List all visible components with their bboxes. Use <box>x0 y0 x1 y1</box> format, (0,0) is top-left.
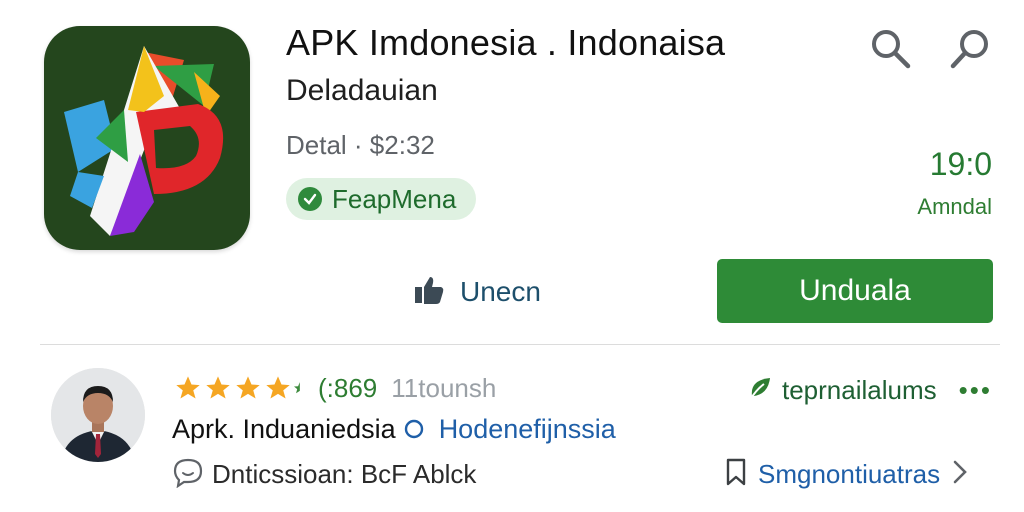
bookmark-icon <box>724 457 748 492</box>
check-icon <box>298 187 322 211</box>
like-label: Unecn <box>460 276 541 307</box>
stat-value: 19:0 <box>929 146 992 182</box>
app-meta: Detal · $2:32 <box>286 130 435 160</box>
discussion-label: Dnticssioan: BcF Ablck <box>212 458 477 489</box>
verified-badge: FeapMena <box>286 178 476 220</box>
more-options-icon[interactable]: ••• <box>959 375 992 406</box>
subscribe-row[interactable]: Smgnontiuatras <box>724 456 970 492</box>
star-icon <box>206 376 230 399</box>
search-icon[interactable] <box>948 26 992 70</box>
star-icon <box>236 376 260 399</box>
app-icon <box>44 26 250 250</box>
developer-name[interactable]: Deladauian <box>286 74 438 108</box>
star-icon <box>176 376 200 399</box>
rating-row: (:869 11tounsh <box>174 370 496 406</box>
discussion-row[interactable]: Dnticssioan: BcF Ablck <box>172 456 476 492</box>
like-button[interactable]: Unecn <box>400 262 620 322</box>
tag-label: teprnailalums <box>782 374 937 405</box>
stat-label: Amndal <box>917 194 992 219</box>
rating-count: (:869 <box>318 372 378 403</box>
review-title: Aprk. Induaniedsia Hodenefijnssia <box>172 414 616 445</box>
review-title-text: Aprk. Induaniedsia <box>172 414 396 444</box>
search-icon[interactable] <box>868 26 912 70</box>
review-title-link[interactable]: Hodenefijnssia <box>439 414 616 444</box>
half-star-icon <box>294 382 300 394</box>
info-icon <box>404 419 424 439</box>
rating-sub: 11tounsh <box>391 372 497 403</box>
chat-bubble-icon <box>172 456 204 493</box>
tag-row[interactable]: teprnailalums ••• <box>746 372 992 408</box>
app-title: APK Imdonesia . Indonaisa <box>286 22 726 63</box>
subscribe-label: Smgnontiuatras <box>758 458 941 489</box>
divider <box>40 344 1000 345</box>
leaf-icon <box>746 374 774 407</box>
install-button[interactable]: Unduala <box>717 259 993 323</box>
verified-label: FeapMena <box>332 183 457 214</box>
avatar[interactable] <box>51 368 145 462</box>
thumbs-up-icon <box>412 273 446 312</box>
chevron-right-icon <box>950 458 970 491</box>
star-icon <box>266 376 290 399</box>
